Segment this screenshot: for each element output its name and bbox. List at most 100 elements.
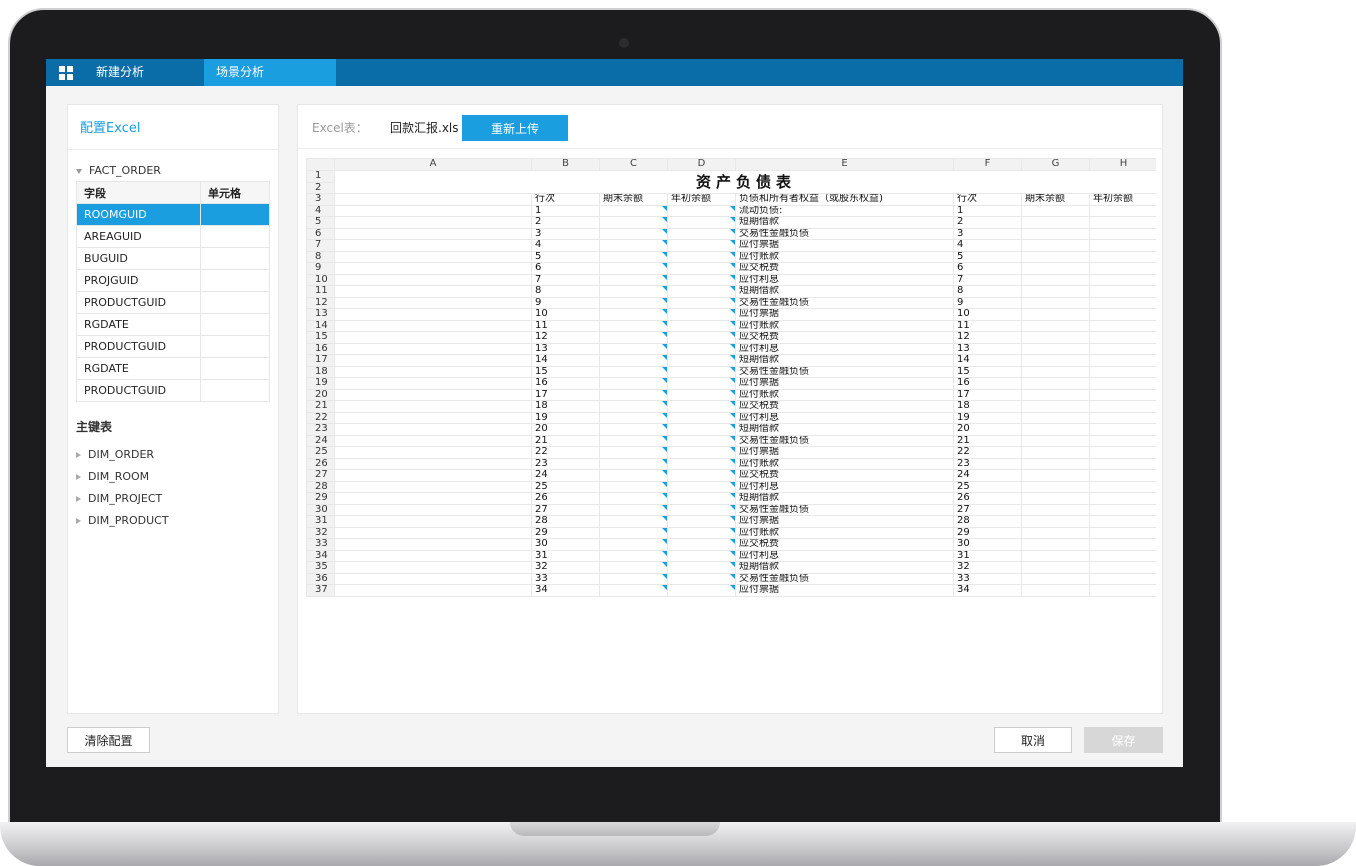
sheet-cell[interactable]	[1021, 549, 1090, 562]
sheet-cell[interactable]	[1021, 354, 1090, 367]
item-cell[interactable]: 应付利息	[735, 480, 954, 493]
end-balance-cell[interactable]	[599, 377, 668, 390]
line-number-cell[interactable]: 20	[531, 423, 600, 436]
line-number-cell[interactable]: 25	[953, 480, 1022, 493]
sheet-cell[interactable]	[1021, 273, 1090, 286]
item-cell[interactable]: 应付账款	[735, 250, 954, 263]
end-balance-cell[interactable]	[599, 572, 668, 585]
field-row[interactable]: RGDATE	[76, 357, 270, 380]
begin-balance-cell[interactable]	[667, 365, 736, 378]
end-balance-cell[interactable]	[599, 204, 668, 217]
line-number-cell[interactable]: 6	[531, 262, 600, 275]
sheet-cell[interactable]	[1089, 423, 1156, 436]
sheet-cell[interactable]	[1021, 262, 1090, 275]
end-balance-cell[interactable]	[599, 388, 668, 401]
line-number-cell[interactable]: 32	[531, 561, 600, 574]
tab-new-analysis[interactable]: 新建分析	[84, 59, 204, 86]
sheet-cell[interactable]	[334, 227, 532, 240]
begin-balance-cell[interactable]	[667, 572, 736, 585]
end-balance-cell[interactable]	[599, 434, 668, 447]
end-balance-cell[interactable]	[599, 538, 668, 551]
sheet-cell[interactable]	[1021, 446, 1090, 459]
sheet-cell[interactable]	[334, 377, 532, 390]
end-balance-cell[interactable]	[599, 561, 668, 574]
sheet-cell[interactable]	[1089, 400, 1156, 413]
line-number-cell[interactable]: 13	[531, 342, 600, 355]
end-balance-cell[interactable]	[599, 503, 668, 516]
item-cell[interactable]: 应付票据	[735, 446, 954, 459]
sheet-cell[interactable]	[1021, 538, 1090, 551]
sheet-cell[interactable]	[1089, 492, 1156, 505]
begin-balance-cell[interactable]	[667, 377, 736, 390]
field-row[interactable]: PRODUCTGUID	[76, 335, 270, 358]
sheet-cell[interactable]	[334, 434, 532, 447]
line-number-cell[interactable]: 8	[953, 285, 1022, 298]
begin-balance-cell[interactable]	[667, 538, 736, 551]
sheet-cell[interactable]	[334, 457, 532, 470]
sheet-cell[interactable]	[334, 319, 532, 332]
end-balance-cell[interactable]	[599, 446, 668, 459]
sheet-cell[interactable]	[1089, 515, 1156, 528]
end-balance-cell[interactable]	[599, 492, 668, 505]
end-balance-cell[interactable]	[599, 469, 668, 482]
line-number-cell[interactable]: 11	[953, 319, 1022, 332]
dim-table-node[interactable]: DIM_ROOM	[76, 470, 149, 483]
sheet-cell[interactable]	[1089, 273, 1156, 286]
item-cell[interactable]: 交易性金融负债	[735, 365, 954, 378]
sheet-cell[interactable]	[334, 503, 532, 516]
end-balance-cell[interactable]	[599, 262, 668, 275]
end-balance-cell[interactable]	[599, 331, 668, 344]
field-row[interactable]: AREAGUID	[76, 225, 270, 248]
item-cell[interactable]: 应付利息	[735, 549, 954, 562]
sheet-cell[interactable]	[1089, 457, 1156, 470]
line-number-cell[interactable]: 14	[531, 354, 600, 367]
line-number-cell[interactable]: 17	[531, 388, 600, 401]
line-number-cell[interactable]: 3	[953, 227, 1022, 240]
sheet-cell[interactable]	[1021, 365, 1090, 378]
line-number-cell[interactable]: 1	[953, 204, 1022, 217]
sheet-cell[interactable]	[334, 285, 532, 298]
sheet-cell[interactable]	[334, 342, 532, 355]
line-number-cell[interactable]: 33	[531, 572, 600, 585]
line-number-cell[interactable]: 29	[953, 526, 1022, 539]
line-number-cell[interactable]: 16	[531, 377, 600, 390]
item-cell[interactable]: 应付票据	[735, 515, 954, 528]
line-number-cell[interactable]: 33	[953, 572, 1022, 585]
end-balance-cell[interactable]	[599, 549, 668, 562]
sheet-cell[interactable]	[334, 526, 532, 539]
begin-balance-cell[interactable]	[667, 446, 736, 459]
sheet-cell[interactable]	[1089, 365, 1156, 378]
item-cell[interactable]: 应付利息	[735, 411, 954, 424]
line-number-cell[interactable]: 22	[531, 446, 600, 459]
begin-balance-cell[interactable]	[667, 503, 736, 516]
begin-balance-cell[interactable]	[667, 515, 736, 528]
end-balance-cell[interactable]	[599, 296, 668, 309]
line-number-cell[interactable]: 23	[953, 457, 1022, 470]
line-number-cell[interactable]: 31	[531, 549, 600, 562]
line-number-cell[interactable]: 34	[531, 584, 600, 597]
sheet-cell[interactable]	[334, 584, 532, 597]
begin-balance-cell[interactable]	[667, 492, 736, 505]
sheet-cell[interactable]	[1021, 331, 1090, 344]
begin-balance-cell[interactable]	[667, 388, 736, 401]
cancel-button[interactable]: 取消	[994, 727, 1072, 753]
sheet-cell[interactable]	[334, 331, 532, 344]
sheet-cell[interactable]	[334, 273, 532, 286]
sheet-cell[interactable]	[1021, 216, 1090, 229]
line-number-cell[interactable]: 22	[953, 446, 1022, 459]
sheet-cell[interactable]	[334, 365, 532, 378]
line-number-cell[interactable]: 3	[531, 227, 600, 240]
sheet-cell[interactable]	[1021, 319, 1090, 332]
field-row[interactable]: PRODUCTGUID	[76, 291, 270, 314]
end-balance-cell[interactable]	[599, 526, 668, 539]
line-number-cell[interactable]: 2	[531, 216, 600, 229]
line-number-cell[interactable]: 10	[531, 308, 600, 321]
save-button[interactable]: 保存	[1084, 727, 1163, 753]
sheet-cell[interactable]	[334, 411, 532, 424]
begin-balance-cell[interactable]	[667, 273, 736, 286]
dim-table-node[interactable]: DIM_PRODUCT	[76, 514, 169, 527]
line-number-cell[interactable]: 4	[531, 239, 600, 252]
line-number-cell[interactable]: 25	[531, 480, 600, 493]
line-number-cell[interactable]: 16	[953, 377, 1022, 390]
sheet-cell[interactable]	[1089, 503, 1156, 516]
